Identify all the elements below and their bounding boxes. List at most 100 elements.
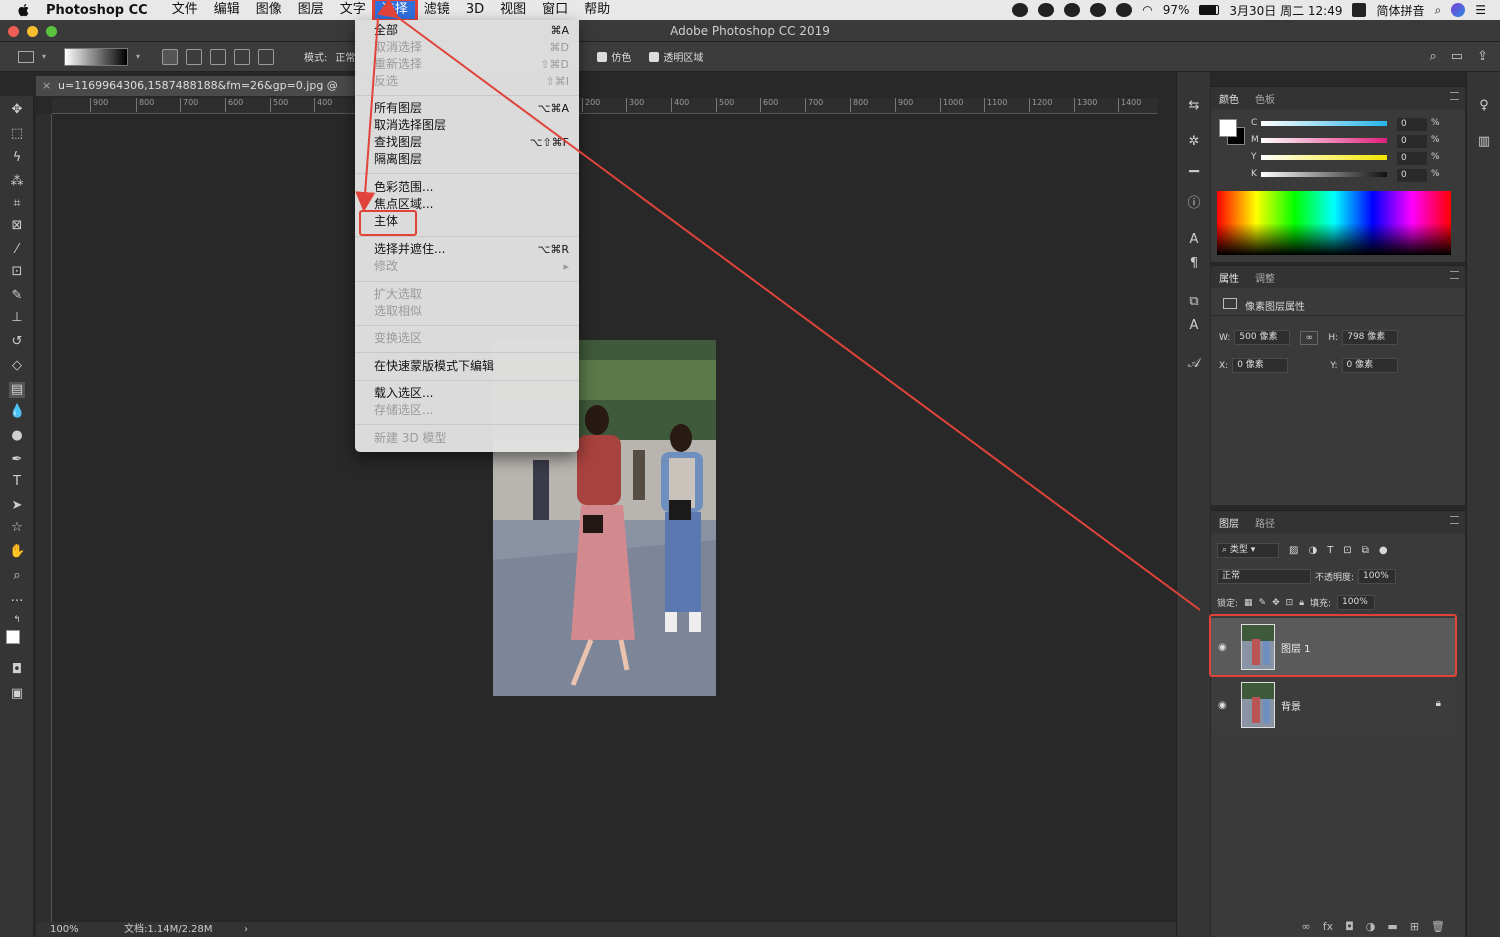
menu-window[interactable]: 窗口 <box>534 0 576 20</box>
menu-item-new-3d-model[interactable]: 新建 3D 模型 <box>374 430 569 447</box>
character-panel-icon[interactable]: A <box>1186 232 1202 248</box>
fill-input[interactable]: 100% <box>1337 595 1376 610</box>
slider-track[interactable] <box>1261 155 1387 160</box>
history-panel-icon[interactable]: ⇆ <box>1186 98 1202 114</box>
wechat-icon[interactable] <box>1116 3 1133 17</box>
layer-name[interactable]: 背景 <box>1281 698 1301 713</box>
panel-menu-icon[interactable] <box>1450 271 1459 279</box>
learn-panel-icon[interactable]: ♀ <box>1476 98 1492 114</box>
path-selection-tool-icon[interactable]: ➤ <box>9 498 25 514</box>
panel-menu-icon[interactable] <box>1450 92 1459 100</box>
menu-item-quick-mask[interactable]: 在快速蒙版模式下编辑 <box>374 358 569 375</box>
filter-pixel-icon[interactable]: ▨ <box>1289 545 1298 556</box>
menu-item-all-layers[interactable]: 所有图层 ⌥⌘A <box>374 100 569 117</box>
menu-item-select-and-mask[interactable]: 选择并遮住... ⌥⌘R <box>374 241 569 258</box>
gradient-dropdown-icon[interactable]: ▾ <box>136 52 140 61</box>
tab-paths[interactable]: 路径 <box>1255 515 1275 530</box>
dodge-tool-icon[interactable]: ● <box>9 428 25 444</box>
lock-transparent-icon[interactable]: ▦ <box>1244 598 1253 608</box>
channel-value-field[interactable]: 0 <box>1397 152 1427 165</box>
tab-layers[interactable]: 图层 <box>1219 515 1239 530</box>
more-tools-icon[interactable]: … <box>9 590 25 606</box>
slider-track[interactable] <box>1261 121 1387 126</box>
notification-center-icon[interactable]: ☰ <box>1475 3 1486 17</box>
creative-cloud-icon[interactable] <box>1038 3 1055 17</box>
blur-tool-icon[interactable]: 💧 <box>9 404 25 420</box>
paragraph-panel-icon[interactable]: ¶ <box>1186 256 1202 272</box>
menu-item-isolate-layers[interactable]: 隔离图层 <box>374 151 569 168</box>
filter-toggle-icon[interactable]: ● <box>1379 545 1388 556</box>
lock-all-icon[interactable]: 🔒︎ <box>1299 598 1304 608</box>
menu-image[interactable]: 图像 <box>248 0 290 20</box>
gradient-picker[interactable] <box>64 47 129 66</box>
healing-brush-tool-icon[interactable]: ⊡ <box>9 264 25 280</box>
menu-3d[interactable]: 3D <box>458 0 492 20</box>
crop-tool-icon[interactable]: ⌗ <box>9 196 25 212</box>
cloud-sync-icon[interactable] <box>1064 3 1081 17</box>
x-input[interactable]: 0 像素 <box>1232 358 1289 373</box>
character-styles-icon[interactable]: ⧉ <box>1186 294 1202 310</box>
menu-item-save-selection[interactable]: 存储选区... <box>374 402 569 419</box>
share-icon[interactable]: ⇪ <box>1477 49 1488 64</box>
zoom-window-button[interactable] <box>46 26 57 37</box>
menu-view[interactable]: 视图 <box>492 0 534 20</box>
menu-item-grow[interactable]: 扩大选取 <box>374 286 569 303</box>
cyan-slider[interactable]: C 0 % <box>1251 118 1451 133</box>
menu-item-similar[interactable]: 选取相似 <box>374 303 569 320</box>
color-spectrum[interactable] <box>1217 191 1451 255</box>
chevron-down-icon[interactable]: ▾ <box>42 52 46 61</box>
mode-select[interactable]: 正常 <box>335 49 355 64</box>
screen-mode-icon[interactable]: ▣ <box>9 686 25 702</box>
marquee-tool-icon[interactable]: ⬚ <box>9 126 25 142</box>
menu-file[interactable]: 文件 <box>164 0 206 20</box>
apple-icon[interactable] <box>16 2 32 18</box>
add-mask-icon[interactable]: ◘ <box>1345 920 1354 933</box>
diamond-gradient-button[interactable] <box>258 48 275 65</box>
pen-tool-icon[interactable]: ✒ <box>9 452 25 468</box>
eyedropper-tool-icon[interactable]: ⁄ <box>9 242 25 258</box>
menu-type[interactable]: 文字 <box>332 0 374 20</box>
tab-adjustments[interactable]: 调整 <box>1255 270 1275 285</box>
zoom-level[interactable]: 100% <box>50 922 79 937</box>
y-input[interactable]: 0 像素 <box>1341 358 1398 373</box>
history-brush-tool-icon[interactable]: ↺ <box>9 334 25 350</box>
link-layers-icon[interactable]: ∞ <box>1302 920 1311 933</box>
input-method-icon[interactable] <box>1352 3 1367 17</box>
input-method-label[interactable]: 简体拼音 <box>1376 2 1424 19</box>
link-icon[interactable]: ∞ <box>1300 330 1319 345</box>
new-adjustment-icon[interactable]: ◑ <box>1366 920 1376 933</box>
search-icon[interactable]: ⌕ <box>1430 49 1437 64</box>
clone-stamp-tool-icon[interactable]: ⊥ <box>9 310 25 326</box>
foreground-color-swatch[interactable] <box>6 630 20 644</box>
layer-filter-select[interactable]: ⌕ 类型 ▾ <box>1217 543 1279 558</box>
filter-smart-object-icon[interactable]: ⧉ <box>1362 545 1369 556</box>
type-tool-icon[interactable]: T <box>9 474 25 490</box>
workspace-icon[interactable]: ▭ <box>1451 49 1463 64</box>
radial-gradient-button[interactable] <box>186 48 203 65</box>
yellow-slider[interactable]: Y 0 % <box>1251 152 1451 167</box>
slider-track[interactable] <box>1261 172 1387 177</box>
menu-item-deselect[interactable]: 取消选择 ⌘D <box>374 39 569 56</box>
menu-item-all[interactable]: 全部 ⌘A <box>374 22 569 39</box>
wifi-icon[interactable]: ◠ <box>1142 3 1152 17</box>
channel-value-field[interactable]: 0 <box>1397 169 1427 182</box>
dither-checkbox[interactable]: 仿色 <box>597 49 631 64</box>
new-group-icon[interactable]: ▬ <box>1387 920 1397 933</box>
transparency-checkbox[interactable]: 透明区域 <box>649 49 703 64</box>
document-tab[interactable]: × u=1169964306,1587488188&fm=26&gp=0.jpg… <box>36 76 366 112</box>
status-arrow-icon[interactable]: › <box>244 922 248 937</box>
hand-tool-icon[interactable]: ✋ <box>9 544 25 560</box>
filter-type-icon[interactable]: T <box>1327 545 1333 556</box>
eraser-tool-icon[interactable]: ◇ <box>9 358 25 374</box>
panel-menu-icon[interactable] <box>1450 516 1459 524</box>
width-input[interactable]: 500 像素 <box>1234 330 1291 345</box>
menu-item-deselect-layers[interactable]: 取消选择图层 <box>374 117 569 134</box>
zoom-tool-icon[interactable]: ⌕ <box>9 568 25 584</box>
shape-tool-icon[interactable]: ☆ <box>9 520 25 536</box>
tab-properties[interactable]: 属性 <box>1219 270 1239 285</box>
move-tool-icon[interactable]: ✥ <box>9 102 25 118</box>
libraries-panel-icon[interactable]: ▥ <box>1476 134 1492 150</box>
delete-layer-icon[interactable]: 🗑︎ <box>1431 920 1445 933</box>
battery-icon[interactable] <box>1199 5 1220 15</box>
app-name-menu[interactable]: Photoshop CC <box>46 3 148 18</box>
